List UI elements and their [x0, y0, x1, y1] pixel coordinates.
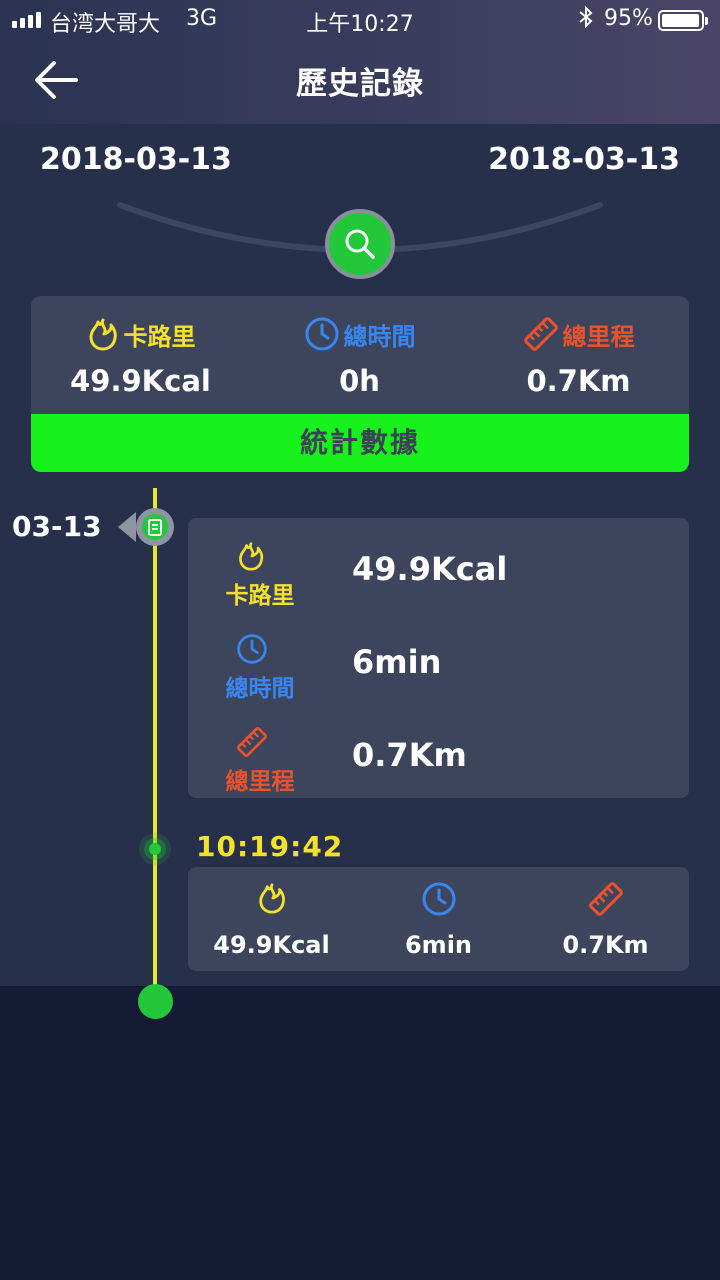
timeline-line	[153, 488, 157, 1000]
timeline-day-label: 03-13	[12, 510, 102, 543]
summary-distance-label: 總里程	[562, 322, 635, 351]
entry-time: 10:19:42	[196, 830, 344, 863]
entry-duration-value: 6min	[404, 931, 473, 959]
day-distance-row: 總里程 0.7Km	[188, 726, 689, 806]
timeline-end-dot	[138, 984, 173, 1019]
status-bar: 台湾大哥大 3G 上午10:27 95%	[0, 0, 720, 40]
summary-duration: 總時間 0h	[250, 314, 469, 398]
statistics-button[interactable]: 統計數據	[31, 414, 689, 472]
end-date[interactable]: 2018-03-13	[488, 142, 680, 177]
clock-icon	[422, 882, 455, 916]
ruler-icon	[236, 726, 268, 758]
entry-distance: 0.7Km	[522, 881, 689, 959]
flame-icon	[258, 883, 285, 914]
summary-calories-value: 49.9Kcal	[70, 364, 211, 398]
summary-duration-label: 總時間	[343, 322, 416, 351]
battery-icon	[658, 10, 708, 31]
clock-icon	[237, 634, 267, 664]
entry-duration: 6min	[355, 881, 522, 959]
summary-calories-label: 卡路里	[123, 322, 196, 351]
day-calories-label: 卡路里	[225, 583, 295, 609]
start-date[interactable]: 2018-03-13	[40, 142, 232, 177]
page-title: 歷史記錄	[296, 66, 424, 102]
day-duration-value: 6min	[352, 643, 442, 681]
summary-distance: 總里程 0.7Km	[469, 314, 688, 398]
activity-entry-card[interactable]: 49.9Kcal 6min 0.7Km	[188, 867, 689, 971]
timeline-point-icon	[139, 833, 171, 865]
day-duration-label: 總時間	[225, 676, 295, 702]
day-distance-value: 0.7Km	[352, 736, 467, 774]
day-summary-card[interactable]: 卡路里 49.9Kcal 總時間 6min 總里程 0.7Km	[188, 518, 689, 798]
clock-icon	[305, 317, 338, 351]
entry-distance-value: 0.7Km	[562, 931, 649, 959]
search-button[interactable]	[325, 209, 395, 279]
search-icon	[345, 229, 375, 259]
day-calories-row: 卡路里 49.9Kcal	[188, 540, 689, 620]
summary-duration-value: 0h	[339, 364, 380, 398]
ruler-icon	[523, 317, 558, 351]
day-duration-row: 總時間 6min	[188, 633, 689, 713]
bluetooth-icon	[578, 5, 594, 35]
flame-icon	[239, 542, 264, 571]
entry-calories: 49.9Kcal	[188, 881, 355, 959]
summary-card: 卡路里 49.9Kcal 總時間 0h 總里程 0.7Km 統計數據	[31, 296, 689, 472]
summary-distance-value: 0.7Km	[526, 364, 631, 398]
empty-area	[0, 986, 720, 1280]
day-distance-label: 總里程	[225, 769, 295, 795]
battery-percent: 95%	[604, 6, 653, 31]
ruler-icon	[588, 882, 623, 916]
flame-icon	[89, 318, 117, 351]
summary-calories: 卡路里 49.9Kcal	[31, 314, 250, 398]
day-calories-value: 49.9Kcal	[352, 550, 508, 588]
entry-calories-value: 49.9Kcal	[213, 931, 330, 959]
document-icon[interactable]	[118, 506, 176, 548]
